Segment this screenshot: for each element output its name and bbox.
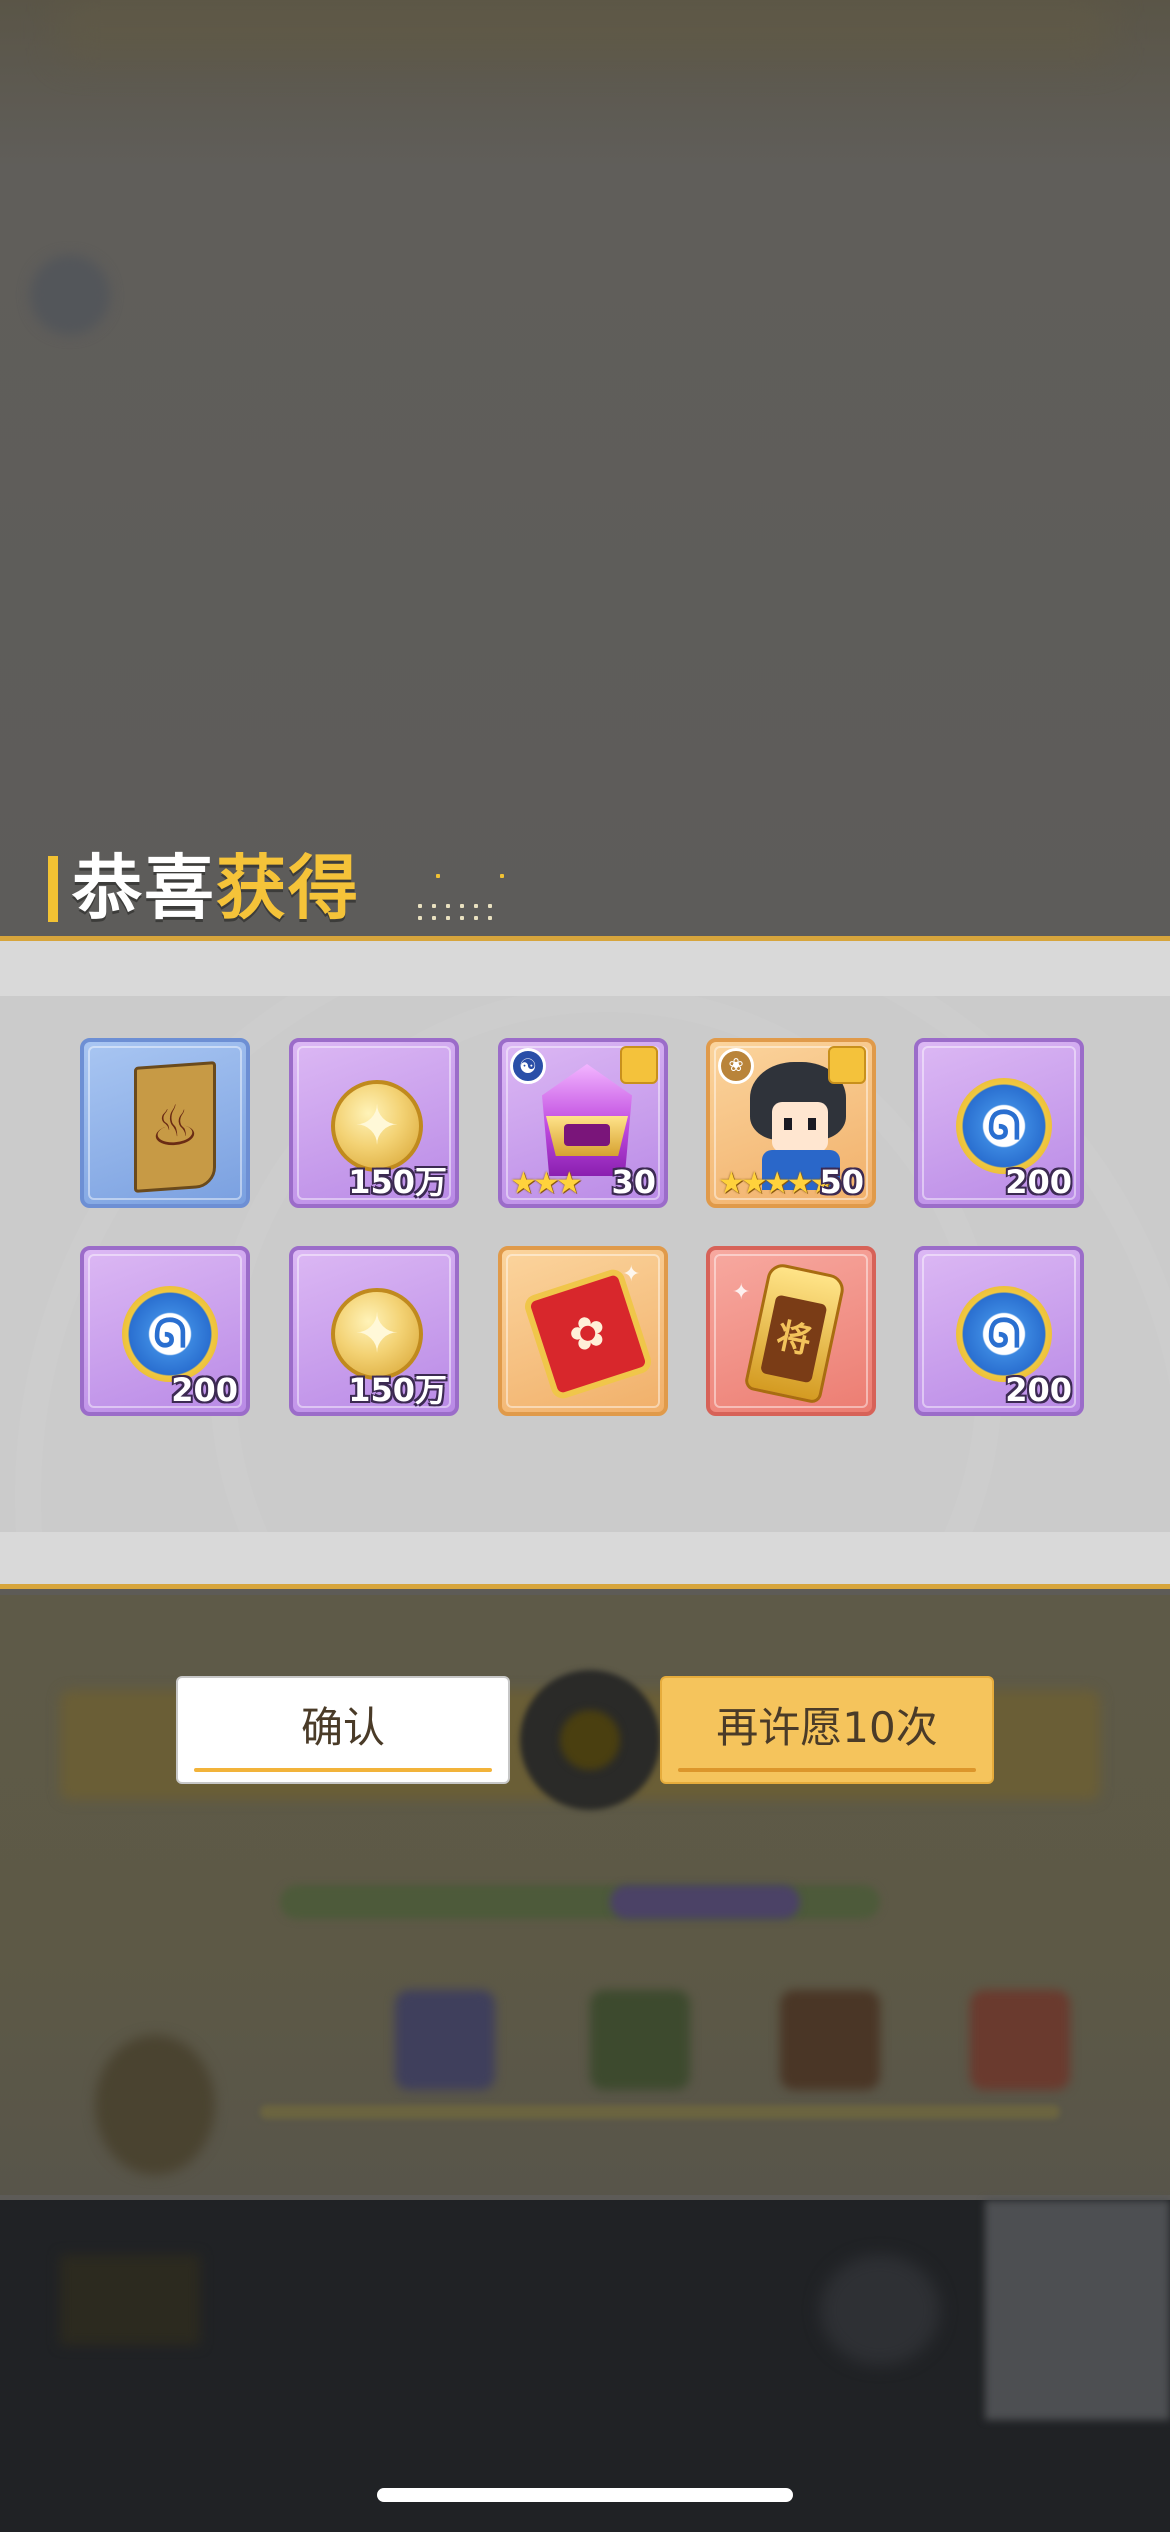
flame-banner-icon: ♨ <box>134 1061 216 1193</box>
background-top-area <box>0 0 1170 940</box>
item-quantity: 200 <box>171 1371 238 1409</box>
sparkle-icon: ✦ <box>732 1280 751 1305</box>
background-avatar-blur <box>30 255 110 335</box>
reward-item-red-ticket[interactable]: ✿ ✦ <box>498 1246 668 1416</box>
background-nav-card <box>985 2200 1170 2420</box>
element-badge-icon: ☯ <box>510 1048 546 1084</box>
sparkle-icon: ✦ <box>622 1262 641 1287</box>
confirm-button-underline <box>194 1768 492 1772</box>
reward-item-wish-coin[interactable]: ᘏ 200 <box>914 1038 1084 1208</box>
item-quantity: 200 <box>1005 1163 1072 1201</box>
reward-item-gold-coin[interactable]: ✦ 150万 <box>289 1038 459 1208</box>
panel-bottom-stripe <box>0 1532 1170 1584</box>
reward-dialog-title: 恭喜获得 <box>72 846 360 930</box>
background-header-blur <box>60 0 1110 60</box>
gold-coin-icon: ✦ <box>331 1288 423 1380</box>
background-track-blur <box>260 2105 1060 2119</box>
background-chip <box>780 1990 880 2090</box>
background-chip <box>395 1990 495 2090</box>
panel-top-stripe <box>0 941 1170 996</box>
background-character-blur <box>95 2035 215 2175</box>
puzzle-piece-icon <box>828 1046 866 1084</box>
reward-item-wish-coin[interactable]: ᘏ 200 <box>80 1246 250 1416</box>
title-text: 恭喜 <box>72 847 216 929</box>
character-face <box>772 1102 828 1152</box>
item-quantity: 150万 <box>348 1163 447 1201</box>
item-quantity: 30 <box>611 1163 656 1201</box>
confirm-button-label: 确认 <box>300 1703 385 1752</box>
reward-item-general-token[interactable]: 将 ✦ <box>706 1246 876 1416</box>
title-highlight-text: 获得 <box>216 847 360 929</box>
item-quantity: 200 <box>1005 1371 1072 1409</box>
wish-again-button[interactable]: 再许愿10次 <box>660 1676 994 1784</box>
character-eye <box>808 1118 816 1130</box>
character-eye <box>784 1118 792 1130</box>
background-nav-item <box>60 2255 200 2345</box>
wish-again-button-label: 再许愿10次 <box>716 1703 938 1752</box>
wish-coin-icon: ᘏ <box>956 1078 1052 1174</box>
helmet-visor <box>564 1124 610 1146</box>
reward-item-helmet-shard[interactable]: ☯ ★★★ 30 <box>498 1038 668 1208</box>
home-indicator[interactable] <box>377 2488 793 2502</box>
wish-coin-icon: ᘏ <box>956 1286 1052 1382</box>
reward-item-wish-coin[interactable]: ᘏ 200 <box>914 1246 1084 1416</box>
wish-coin-icon: ᘏ <box>122 1286 218 1382</box>
star-rating: ★★★★★ <box>718 1166 837 1201</box>
panel-bottom-border <box>0 1584 1170 1589</box>
reward-item-hero-shard[interactable]: ❀ ★★★★★ 50 <box>706 1038 876 1208</box>
confirm-button[interactable]: 确认 <box>176 1676 510 1784</box>
token-glyph: 将 <box>760 1294 828 1384</box>
gold-coin-icon: ✦ <box>331 1080 423 1172</box>
background-progress-segment <box>610 1885 800 1919</box>
background-dial-core <box>560 1710 620 1770</box>
puzzle-piece-icon <box>620 1046 658 1084</box>
background-nav-icon <box>820 2255 940 2365</box>
background-chip <box>590 1990 690 2090</box>
item-quantity: 50 <box>819 1163 864 1201</box>
wish-again-button-underline <box>678 1768 976 1772</box>
title-dots-decoration <box>418 866 513 926</box>
item-quantity: 150万 <box>348 1371 447 1409</box>
reward-item-banner[interactable]: ♨ <box>80 1038 250 1208</box>
star-rating: ★★★ <box>510 1166 583 1201</box>
background-chip <box>970 1990 1070 2090</box>
reward-item-gold-coin[interactable]: ✦ 150万 <box>289 1246 459 1416</box>
lotus-badge-icon: ❀ <box>718 1048 754 1084</box>
title-accent-bar <box>48 856 58 922</box>
